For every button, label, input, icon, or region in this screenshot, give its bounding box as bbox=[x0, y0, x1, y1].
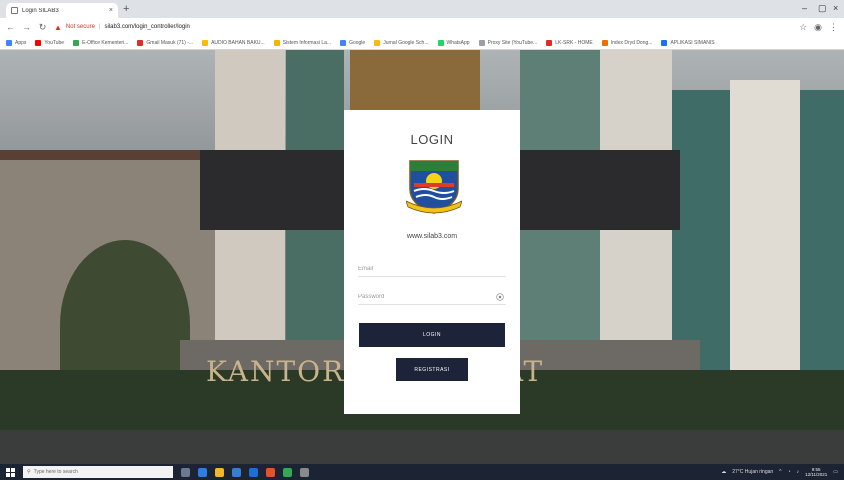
regional-emblem-logo bbox=[406, 160, 462, 214]
new-tab-icon[interactable]: + bbox=[123, 3, 129, 15]
bookmark-favicon-icon bbox=[6, 39, 12, 46]
eye-icon[interactable] bbox=[496, 293, 504, 301]
building-crest bbox=[350, 50, 480, 110]
bookmark-favicon-icon bbox=[273, 39, 280, 46]
warning-icon: ▲ bbox=[54, 22, 62, 32]
url-text: silab3.com/login_controller/login bbox=[104, 24, 190, 30]
bookmark-item[interactable]: Jurnal Google Sch... bbox=[374, 39, 429, 46]
system-tray: ☁ 27°C Hujan ringan ^ ◔ ♪ 9:55 12/11/202… bbox=[721, 467, 838, 477]
bookmark-item[interactable]: Sistem Informasi La... bbox=[273, 39, 332, 46]
bookmark-favicon-icon bbox=[340, 39, 347, 46]
back-icon[interactable]: ← bbox=[6, 22, 15, 32]
app-icon[interactable] bbox=[300, 467, 309, 477]
browser-toolbar: ← → ↻ ▲ Not secure | silab3.com/login_co… bbox=[0, 18, 844, 36]
store-icon[interactable] bbox=[232, 467, 241, 477]
clock-date: 12/11/2021 bbox=[805, 472, 828, 477]
bookmark-item[interactable]: AUDIO BAHAN BAKU... bbox=[202, 39, 265, 46]
password-input[interactable] bbox=[358, 289, 506, 304]
ground bbox=[0, 430, 844, 464]
bookmark-label: LK-SRK - HOME bbox=[555, 39, 593, 46]
browser-tab-bar: Login SILAB3 × + – ▢ × bbox=[0, 0, 844, 18]
tab-close-icon[interactable]: × bbox=[109, 7, 113, 14]
bookmark-favicon-icon bbox=[35, 39, 42, 46]
bookmark-item[interactable]: APLIKASI SIMANIS bbox=[661, 39, 715, 46]
bookmark-label: Index Dryd Dong... bbox=[610, 39, 653, 46]
bookmark-label: APLIKASI SIMANIS bbox=[670, 39, 715, 46]
tab-title: Login SILAB3 bbox=[22, 7, 59, 14]
bookmark-item[interactable]: Index Dryd Dong... bbox=[601, 39, 653, 46]
bookmark-label: WhatsApp bbox=[446, 39, 470, 46]
close-window-icon[interactable]: × bbox=[833, 3, 838, 13]
notification-icon[interactable]: ▭ bbox=[833, 469, 838, 475]
weather-icon: ☁ bbox=[721, 469, 727, 475]
task-view-icon[interactable] bbox=[181, 467, 190, 477]
bookmark-favicon-icon bbox=[437, 39, 444, 46]
minimize-icon[interactable]: – bbox=[802, 3, 807, 13]
bookmark-favicon-icon bbox=[546, 39, 553, 46]
page-background: KANTOR ... G BARAT LOGIN www.silab3.com … bbox=[0, 50, 844, 464]
email-input[interactable] bbox=[358, 261, 506, 276]
bookmark-item[interactable]: E-Office Kementeri... bbox=[73, 39, 129, 46]
forward-icon[interactable]: → bbox=[22, 22, 31, 32]
clock[interactable]: 9:55 12/11/2021 bbox=[805, 467, 827, 477]
login-title: LOGIN bbox=[410, 132, 454, 147]
password-field bbox=[358, 289, 506, 305]
file-explorer-icon[interactable] bbox=[215, 467, 224, 477]
bookmark-item[interactable]: Gmail Masuk (71) -... bbox=[137, 39, 194, 46]
building-column bbox=[730, 80, 800, 420]
bookmark-label: AUDIO BAHAN BAKU... bbox=[211, 39, 265, 46]
weather-text[interactable]: 27°C Hujan ringan bbox=[732, 469, 773, 475]
bookmark-item[interactable]: Google bbox=[340, 39, 366, 46]
tray-arrow-icon[interactable]: ^ bbox=[779, 469, 781, 475]
taskbar-search-placeholder: Type here to search bbox=[33, 469, 78, 475]
search-icon: ⚲ bbox=[27, 469, 31, 475]
bookmark-label: Google bbox=[349, 39, 366, 46]
browser-tab[interactable]: Login SILAB3 × bbox=[6, 3, 118, 18]
edge-icon[interactable] bbox=[198, 467, 207, 477]
bookmark-favicon-icon bbox=[73, 39, 80, 46]
reload-icon[interactable]: ↻ bbox=[38, 22, 47, 33]
register-button[interactable]: REGISTRASI bbox=[396, 358, 468, 381]
bookmark-star-icon[interactable]: ☆ bbox=[799, 22, 807, 33]
bookmark-favicon-icon bbox=[137, 39, 144, 46]
bookmark-item[interactable]: Proxy Site (YouTube... bbox=[478, 39, 538, 46]
bookmark-label: Apps bbox=[15, 39, 27, 46]
page-icon bbox=[11, 7, 18, 14]
security-label: Not secure bbox=[65, 24, 95, 30]
bookmark-label: YouTube bbox=[44, 39, 65, 46]
login-button[interactable]: LOGIN bbox=[359, 323, 505, 347]
address-bar[interactable]: ▲ Not secure | silab3.com/login_controll… bbox=[54, 20, 793, 34]
email-field bbox=[358, 261, 506, 277]
bookmarks-bar: Apps YouTube E-Office Kementeri... Gmail Ma… bbox=[0, 36, 844, 50]
taskbar-search[interactable]: ⚲ Type here to search bbox=[23, 466, 173, 478]
menu-icon[interactable]: ⋮ bbox=[829, 22, 838, 33]
bookmark-item[interactable]: LK-SRK - HOME bbox=[546, 39, 593, 46]
site-url: www.silab3.com bbox=[406, 233, 458, 240]
network-icon[interactable]: ◔ bbox=[788, 469, 791, 475]
bookmark-favicon-icon bbox=[374, 39, 381, 46]
word-icon[interactable] bbox=[249, 467, 258, 477]
windows-taskbar: ⚲ Type here to search ☁ 27°C Hujan ringa… bbox=[0, 464, 844, 480]
profile-icon[interactable]: ◉ bbox=[814, 22, 822, 33]
windows-start-icon[interactable] bbox=[6, 467, 15, 477]
bookmark-favicon-icon bbox=[661, 39, 668, 46]
volume-icon[interactable]: ♪ bbox=[797, 469, 800, 475]
bookmark-item[interactable]: Apps bbox=[6, 39, 27, 46]
address-divider: | bbox=[98, 24, 101, 30]
chrome-icon[interactable] bbox=[283, 467, 292, 477]
bookmark-item[interactable]: WhatsApp bbox=[437, 39, 470, 46]
bookmark-label: Gmail Masuk (71) -... bbox=[146, 39, 194, 46]
bookmark-label: E-Office Kementeri... bbox=[82, 39, 129, 46]
bookmark-favicon-icon bbox=[478, 39, 485, 46]
bookmark-label: Sistem Informasi La... bbox=[282, 39, 332, 46]
bookmark-label: Proxy Site (YouTube... bbox=[487, 39, 538, 46]
login-card: LOGIN www.silab3.com LOGIN REGISTRASI bbox=[344, 110, 520, 414]
bookmark-favicon-icon bbox=[202, 39, 209, 46]
maximize-icon[interactable]: ▢ bbox=[818, 3, 827, 14]
bookmark-favicon-icon bbox=[601, 39, 608, 46]
powerpoint-icon[interactable] bbox=[266, 467, 275, 477]
bookmark-label: Jurnal Google Sch... bbox=[383, 39, 429, 46]
bookmark-item[interactable]: YouTube bbox=[35, 39, 65, 46]
